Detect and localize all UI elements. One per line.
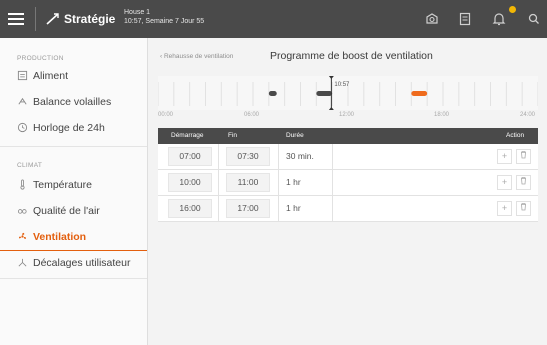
- header-start: Démarrage: [171, 132, 204, 139]
- sidebar-item-temperature[interactable]: Température: [0, 173, 147, 199]
- schedule-table: Démarrage Fin Durée Action 07:00 07:30 3…: [158, 128, 538, 222]
- report-icon[interactable]: [457, 11, 473, 27]
- header-action: Action: [506, 132, 525, 139]
- user-offset-icon: [18, 258, 27, 267]
- trash-icon: [521, 151, 526, 159]
- timeline-scale: 00:00 06:00 12:00 18:00 24:00: [158, 112, 538, 122]
- header-duration: Durée: [286, 132, 304, 139]
- timeline-tick-label: 06:00: [244, 112, 260, 118]
- add-button[interactable]: +: [497, 201, 512, 216]
- duration-value: 30 min.: [286, 151, 314, 161]
- delete-button[interactable]: [516, 175, 531, 190]
- thermometer-icon: [20, 179, 25, 190]
- sidebar-item-horloge[interactable]: Horloge de 24h: [0, 116, 147, 142]
- divider: [278, 170, 279, 196]
- divider: [0, 278, 147, 279]
- divider: [332, 196, 333, 222]
- page-title: Programme de boost de ventilation: [270, 50, 433, 62]
- trash-icon: [521, 177, 526, 185]
- divider: [278, 144, 279, 170]
- co2-icon: [17, 209, 27, 214]
- menu-icon[interactable]: [8, 10, 24, 28]
- timeline-track[interactable]: 10:57: [158, 76, 538, 110]
- divider: [218, 196, 219, 222]
- duration-value: 1 hr: [286, 203, 301, 213]
- delete-button[interactable]: [516, 201, 531, 216]
- breadcrumb-label: Rehausse de ventilation: [163, 53, 234, 60]
- section-title-climat: CLIMAT: [17, 162, 43, 169]
- breadcrumb-back[interactable]: ‹ Rehausse de ventilation: [160, 53, 233, 60]
- sidebar-item-label: Ventilation: [33, 231, 87, 243]
- start-time-field[interactable]: 16:00: [168, 199, 212, 218]
- divider: [218, 144, 219, 170]
- divider: [332, 170, 333, 196]
- trash-icon: [521, 203, 526, 211]
- divider: [278, 196, 279, 222]
- house-name: House 1: [124, 9, 151, 16]
- timeline-tick-label: 00:00: [158, 112, 174, 118]
- boost-period[interactable]: [411, 91, 428, 96]
- sidebar-item-aliment[interactable]: Aliment: [0, 64, 147, 90]
- table-row: 07:00 07:30 30 min. +: [158, 144, 538, 170]
- top-bar: Stratégie House 1 10:57, Semaine 7 Jour …: [0, 0, 547, 38]
- divider: [218, 170, 219, 196]
- timeline-tick-label: 24:00: [520, 112, 536, 118]
- bird-scale-icon: [18, 97, 27, 105]
- sidebar-item-balance-volailles[interactable]: Balance volailles: [0, 90, 147, 116]
- sidebar-item-decalages[interactable]: Décalages utilisateur: [0, 251, 147, 277]
- sidebar-item-label: Aliment: [33, 70, 69, 82]
- header-end: Fin: [228, 132, 238, 139]
- add-button[interactable]: +: [497, 149, 512, 164]
- end-time-field[interactable]: 11:00: [226, 173, 270, 192]
- timeline-tick-label: 12:00: [339, 112, 355, 118]
- start-time-field[interactable]: 07:00: [168, 147, 212, 166]
- sidebar-item-label: Horloge de 24h: [33, 122, 105, 134]
- sidebar-item-label: Qualité de l'air: [33, 205, 100, 217]
- table-header: Démarrage Fin Durée Action: [158, 128, 538, 144]
- divider: [35, 7, 36, 31]
- table-row: 16:00 17:00 1 hr +: [158, 196, 538, 222]
- feed-icon: [17, 70, 28, 81]
- now-label: 10:57: [334, 82, 350, 88]
- bell-icon[interactable]: [491, 11, 507, 27]
- notification-badge: [509, 6, 516, 13]
- house-info[interactable]: House 1 10:57, Semaine 7 Jour 55: [124, 8, 204, 26]
- clock-icon: [17, 122, 28, 133]
- sidebar-item-ventilation[interactable]: Ventilation: [0, 225, 147, 251]
- end-time-field[interactable]: 07:30: [226, 147, 270, 166]
- table-row: 10:00 11:00 1 hr +: [158, 170, 538, 196]
- main-content: ‹ Rehausse de ventilation Programme de b…: [148, 38, 547, 345]
- duration-value: 1 hr: [286, 177, 301, 187]
- strategy-icon: [46, 13, 59, 25]
- timeline-tick-label: 18:00: [434, 112, 450, 118]
- search-icon[interactable]: [526, 11, 542, 27]
- house-status: 10:57, Semaine 7 Jour 55: [124, 18, 205, 25]
- timeline[interactable]: 10:57 00:00 06:00 12:00 18:00 24:00: [158, 76, 538, 124]
- delete-button[interactable]: [516, 149, 531, 164]
- sidebar: PRODUCTION Aliment Balance volailles Hor…: [0, 38, 148, 345]
- boost-period[interactable]: [316, 91, 333, 96]
- end-time-field[interactable]: 17:00: [226, 199, 270, 218]
- section-title: Stratégie: [64, 12, 116, 26]
- add-button[interactable]: +: [497, 175, 512, 190]
- sidebar-item-label: Balance volailles: [33, 96, 112, 108]
- section-title-production: PRODUCTION: [17, 55, 64, 62]
- camera-icon[interactable]: [424, 11, 440, 27]
- fan-icon: [18, 232, 27, 239]
- sidebar-item-label: Décalages utilisateur: [33, 257, 131, 269]
- sidebar-item-label: Température: [33, 179, 92, 191]
- sidebar-item-qualite-air[interactable]: Qualité de l'air: [0, 199, 147, 225]
- divider: [332, 144, 333, 170]
- divider: [0, 146, 147, 147]
- start-time-field[interactable]: 10:00: [168, 173, 212, 192]
- boost-period[interactable]: [268, 91, 277, 96]
